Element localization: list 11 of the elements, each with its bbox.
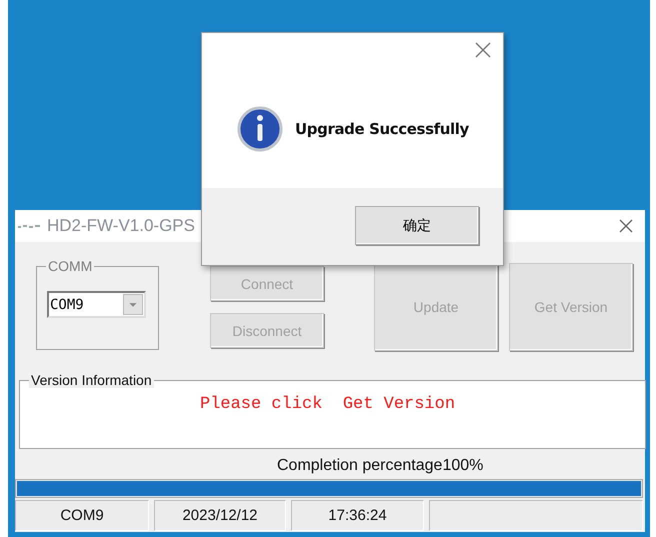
port-dropdown[interactable]: COM9	[47, 291, 146, 318]
status-cell: COM9	[15, 500, 149, 531]
group-label: Version Information	[29, 372, 154, 388]
version-message: Please click Get Version	[200, 395, 456, 414]
window-title: HD2-FW-V1.0-GPS	[47, 216, 195, 236]
status-cell: 17:36:24	[291, 500, 424, 531]
completion-label: Completion percentage100%	[277, 457, 484, 475]
dialog-message: Upgrade Successfully	[295, 120, 469, 138]
group-label: COMM	[46, 258, 94, 274]
status-cell: 2023/12/12	[154, 500, 286, 531]
ok-button[interactable]: 确定	[355, 206, 479, 245]
